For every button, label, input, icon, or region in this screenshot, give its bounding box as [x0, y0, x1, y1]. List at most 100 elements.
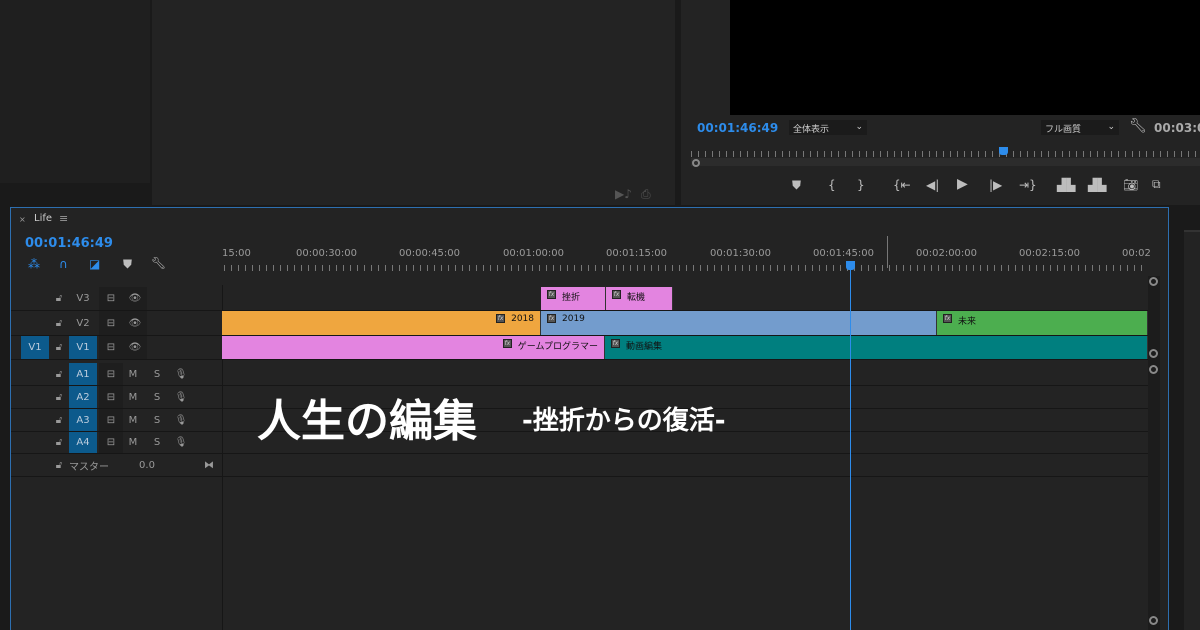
vertical-scrollbar[interactable]	[1148, 276, 1160, 630]
snap-icon[interactable]: ∩	[59, 257, 68, 271]
extract-icon[interactable]: ▟▙	[1088, 178, 1106, 192]
program-scrub-bar[interactable]	[691, 158, 1200, 166]
clip[interactable]: fx 動画編集	[605, 336, 1148, 359]
mute-button[interactable]: M	[123, 432, 143, 453]
scroll-handle[interactable]	[1149, 349, 1158, 358]
linked-selection-icon[interactable]: ◪	[89, 257, 100, 271]
export-frame-icon[interactable]: 📷︎	[1123, 178, 1138, 192]
mute-button[interactable]: M	[123, 409, 143, 431]
lift-icon[interactable]: ▟▙	[1057, 178, 1075, 192]
master-volume[interactable]: 0.0	[137, 454, 157, 476]
nest-icon[interactable]: ⁂	[28, 257, 40, 271]
mute-button[interactable]: M	[123, 363, 143, 385]
mute-button[interactable]: M	[123, 386, 143, 408]
expand-icon[interactable]: ⧓	[201, 454, 217, 476]
mark-in-icon[interactable]: {	[828, 178, 836, 192]
program-ruler[interactable]	[691, 151, 1200, 157]
sync-lock-icon[interactable]: ⊟	[99, 287, 123, 310]
mic-icon[interactable]: 🎙︎	[171, 432, 191, 453]
mic-icon[interactable]: 🎙︎	[171, 386, 191, 408]
zoom-select-value: 全体表示	[793, 125, 830, 135]
ruler-label: 00:01:30:00	[710, 248, 772, 259]
program-timecode[interactable]: 00:01:46:49	[697, 121, 778, 135]
audio-insert-icon[interactable]: ▶♪	[615, 187, 632, 201]
lock-icon[interactable]: 🔓︎	[53, 287, 65, 310]
clip[interactable]: fx 2019	[541, 311, 937, 335]
sync-lock-icon[interactable]: ⊟	[99, 336, 123, 359]
solo-button[interactable]: S	[147, 409, 167, 431]
track-v3: 🔓︎ V3 ⊟ 👁︎ fx 挫折 fx 転機	[11, 287, 1148, 311]
solo-button[interactable]: S	[147, 363, 167, 385]
track-label[interactable]: V2	[69, 311, 97, 335]
clip-label: 転機	[627, 293, 646, 303]
ruler-label: 00:00:30:00	[296, 248, 358, 259]
clip[interactable]: fx 2018	[222, 311, 541, 335]
program-duration: 00:03:04	[1154, 121, 1200, 135]
solo-button[interactable]: S	[147, 432, 167, 453]
eye-icon[interactable]: 👁︎	[123, 287, 147, 310]
work-area-marker	[887, 236, 888, 268]
solo-button[interactable]: S	[147, 386, 167, 408]
zoom-handle[interactable]	[692, 159, 700, 167]
fx-icon: fx	[611, 339, 620, 348]
chevron-down-icon: ⌄	[855, 122, 863, 132]
zoom-select[interactable]: 全体表示 ⌄	[789, 120, 867, 135]
scroll-handle[interactable]	[1149, 277, 1158, 286]
comparison-view-icon[interactable]: ⧉	[1152, 177, 1161, 192]
lock-icon[interactable]: 🔓︎	[53, 386, 65, 408]
track-label[interactable]: A4	[69, 432, 97, 453]
source-panel	[152, 0, 675, 205]
mic-icon[interactable]: 🎙︎	[171, 363, 191, 385]
sequence-tab[interactable]: Life	[34, 213, 52, 224]
add-marker-icon[interactable]: ⛊	[792, 178, 801, 193]
clip[interactable]: fx 未来	[937, 311, 1148, 335]
track-label[interactable]: A3	[69, 409, 97, 431]
clip-label: 挫折	[562, 293, 581, 303]
track-label[interactable]: A2	[69, 386, 97, 408]
ruler-label: 00:01:15:00	[606, 248, 668, 259]
fx-icon: fx	[547, 290, 556, 299]
close-icon[interactable]: ×	[19, 215, 26, 224]
go-to-out-icon[interactable]: ⇥}	[1019, 178, 1037, 192]
sync-lock-icon[interactable]: ⊟	[99, 311, 123, 335]
source-patch-v1[interactable]: V1	[21, 336, 49, 359]
lock-icon[interactable]: 🔓︎	[53, 432, 65, 453]
clip[interactable]: fx ゲームプログラマー	[222, 336, 605, 359]
ruler-label: 00:01:00:00	[503, 248, 565, 259]
track-label[interactable]: V3	[69, 287, 97, 310]
sync-lock-icon[interactable]: ⊟	[99, 432, 123, 453]
sync-lock-icon[interactable]: ⊟	[99, 409, 123, 431]
ruler-label: 00:00:45:00	[399, 248, 461, 259]
wrench-icon[interactable]: 🔧︎	[1129, 118, 1147, 134]
lock-icon[interactable]: 🔓︎	[53, 409, 65, 431]
lock-icon[interactable]: 🔓︎	[53, 311, 65, 335]
step-back-icon[interactable]: ◀|	[926, 178, 939, 192]
eye-icon[interactable]: 👁︎	[123, 336, 147, 359]
track-label[interactable]: A1	[69, 363, 97, 385]
quality-select[interactable]: フル画質 ⌄	[1041, 120, 1119, 135]
go-to-in-icon[interactable]: {⇤	[893, 178, 911, 192]
lock-icon[interactable]: 🔓︎	[53, 363, 65, 385]
scroll-handle[interactable]	[1149, 616, 1158, 625]
master-label: マスター	[69, 461, 109, 473]
play-icon[interactable]: ▶	[957, 176, 968, 192]
mic-icon[interactable]: 🎙︎	[171, 409, 191, 431]
track-label[interactable]: V1	[69, 336, 97, 359]
lock-icon[interactable]: 🔓︎	[53, 336, 65, 359]
settings-wrench-icon[interactable]: 🔧︎	[151, 256, 166, 270]
clip[interactable]: fx 転機	[606, 287, 673, 310]
add-marker-icon[interactable]: ⛊	[123, 257, 132, 272]
lock-icon[interactable]: 🔓︎	[53, 454, 65, 476]
export-frame-icon[interactable]: ⎙	[641, 187, 651, 202]
eye-icon[interactable]: 👁︎	[123, 311, 147, 335]
scroll-handle[interactable]	[1149, 365, 1158, 374]
sync-lock-icon[interactable]: ⊟	[99, 363, 123, 385]
sync-lock-icon[interactable]: ⊟	[99, 386, 123, 408]
ruler-label: 15:00	[222, 248, 251, 259]
step-forward-icon[interactable]: |▶	[989, 178, 1002, 192]
clip[interactable]: fx 挫折	[541, 287, 606, 310]
program-playhead[interactable]	[999, 147, 1008, 155]
menu-icon[interactable]: ≡	[59, 212, 68, 225]
timeline-timecode[interactable]: 00:01:46:49	[25, 236, 113, 251]
mark-out-icon[interactable]: }	[857, 178, 865, 192]
